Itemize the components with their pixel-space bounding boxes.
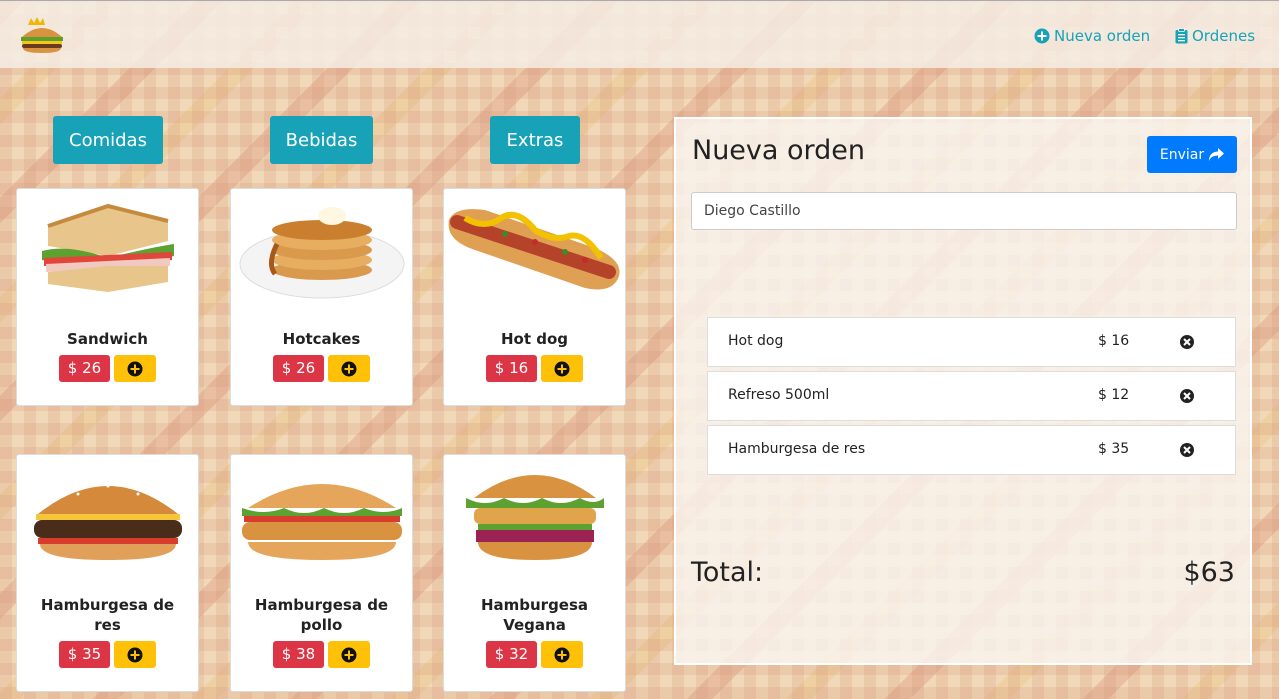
plus-circle-icon [127, 647, 143, 662]
plus-circle-icon [554, 361, 570, 376]
nav-orders-label: Ordenes [1192, 27, 1256, 45]
customer-name-input[interactable] [691, 192, 1237, 230]
category-bebidas-button[interactable]: Bebidas [270, 116, 373, 164]
product-name: Hotcakes [282, 330, 361, 348]
price-badge: $ 16 [485, 355, 538, 382]
order-item: Hot dog $ 16 [707, 317, 1236, 367]
product-card: Hamburgesa de res $ 35 [16, 454, 199, 692]
nav-orders-link[interactable]: Ordenes [1175, 25, 1255, 47]
sandwich-image [17, 189, 198, 307]
product-card: Sandwich $ 26 [16, 188, 199, 406]
plus-circle-icon [554, 647, 570, 662]
total-label: Total: [691, 557, 764, 588]
plus-circle-icon [341, 361, 357, 376]
total-value: $63 [1183, 557, 1235, 588]
navbar: Nueva orden Ordenes [0, 0, 1279, 68]
chicken-burger-image [231, 455, 412, 573]
category-extras-button[interactable]: Extras [490, 116, 580, 164]
add-to-order-button[interactable] [114, 641, 157, 668]
nav-new-order-label: Nueva orden [1054, 27, 1151, 45]
price-badge: $ 38 [272, 641, 325, 668]
remove-item-icon[interactable] [1179, 388, 1195, 404]
send-order-button[interactable]: Enviar [1147, 136, 1237, 173]
plus-circle-icon [341, 647, 357, 662]
share-arrow-icon [1209, 147, 1225, 161]
beef-burger-image [17, 455, 198, 573]
category-comidas-button[interactable]: Comidas [53, 116, 163, 164]
price-badge: $ 26 [58, 355, 111, 382]
price-badge: $ 26 [272, 355, 325, 382]
order-item: Hamburgesa de res $ 35 [707, 425, 1236, 475]
hotcakes-image [231, 189, 412, 307]
product-card: Hamburgesa Vegana $ 32 [443, 454, 626, 692]
plus-circle-icon [127, 361, 143, 376]
price-badge: $ 35 [58, 641, 111, 668]
order-item-price: $ 35 [1098, 441, 1130, 457]
product-card: Hamburgesa de pollo $ 38 [230, 454, 413, 692]
product-name: Sandwich [67, 330, 148, 348]
product-card: Hot dog $ 16 [443, 188, 626, 406]
order-panel: Nueva orden Enviar Hot dog $ 16 Refreso … [674, 117, 1252, 665]
order-item-name: Refreso 500ml [728, 387, 830, 403]
order-item-name: Hamburgesa de res [728, 441, 866, 457]
remove-item-icon[interactable] [1179, 442, 1195, 458]
product-card: Hotcakes $ 26 [230, 188, 413, 406]
product-name: Hamburgesa de pollo [254, 596, 389, 634]
order-title: Nueva orden [692, 135, 866, 166]
add-to-order-button[interactable] [114, 355, 157, 382]
remove-item-icon[interactable] [1179, 334, 1195, 350]
burger-logo-icon[interactable] [18, 15, 66, 55]
order-item-name: Hot dog [728, 333, 784, 349]
add-to-order-button[interactable] [541, 641, 584, 668]
order-item-price: $ 16 [1098, 333, 1130, 349]
order-item-price: $ 12 [1098, 387, 1130, 403]
nav-new-order-link[interactable]: Nueva orden [1034, 25, 1150, 47]
clipboard-icon [1175, 28, 1188, 44]
add-to-order-button[interactable] [328, 641, 371, 668]
price-badge: $ 32 [485, 641, 538, 668]
hotdog-image [444, 189, 625, 307]
product-name: Hamburgesa de res [40, 596, 175, 634]
plus-circle-icon [1034, 28, 1050, 44]
order-item: Refreso 500ml $ 12 [707, 371, 1236, 421]
add-to-order-button[interactable] [541, 355, 584, 382]
vegan-burger-image [444, 455, 625, 573]
add-to-order-button[interactable] [328, 355, 371, 382]
product-name: Hamburgesa Vegana [480, 596, 589, 634]
send-button-label: Enviar [1159, 146, 1205, 163]
product-name: Hot dog [500, 330, 569, 348]
